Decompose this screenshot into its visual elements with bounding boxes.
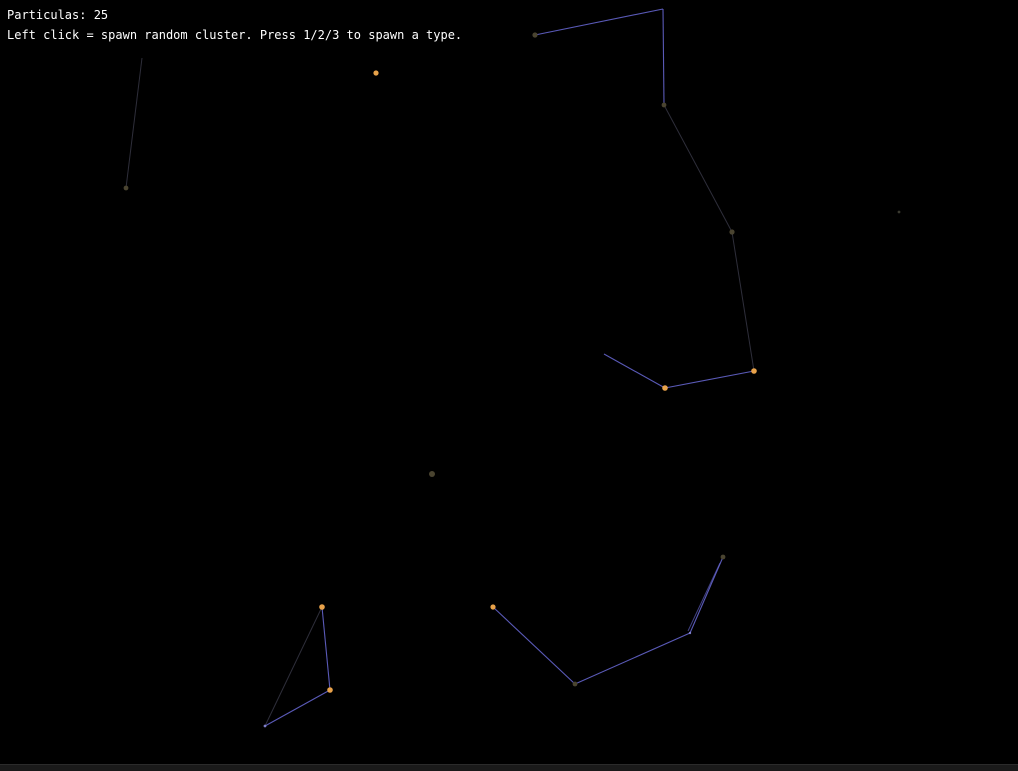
particle — [688, 631, 692, 635]
particle — [897, 210, 901, 214]
particle — [490, 604, 496, 610]
particle — [661, 102, 667, 108]
particle — [319, 604, 325, 610]
particle — [123, 185, 129, 191]
particle-count-label: Particulas: 25 — [7, 8, 109, 22]
controls-help-text: Left click = spawn random cluster. Press… — [7, 28, 463, 42]
particle — [532, 32, 538, 38]
particle — [751, 368, 757, 374]
particle — [572, 681, 578, 687]
particle — [327, 687, 333, 693]
particle — [720, 554, 726, 560]
simulation-canvas[interactable] — [0, 0, 1018, 771]
canvas-background — [0, 0, 1018, 771]
window-bottom-edge — [0, 764, 1018, 771]
particle — [263, 724, 267, 728]
particle — [662, 385, 668, 391]
particle — [429, 471, 435, 477]
particle — [373, 70, 379, 76]
game-window[interactable]: Particulas: 25 Left click = spawn random… — [0, 0, 1018, 771]
particle — [729, 229, 735, 235]
